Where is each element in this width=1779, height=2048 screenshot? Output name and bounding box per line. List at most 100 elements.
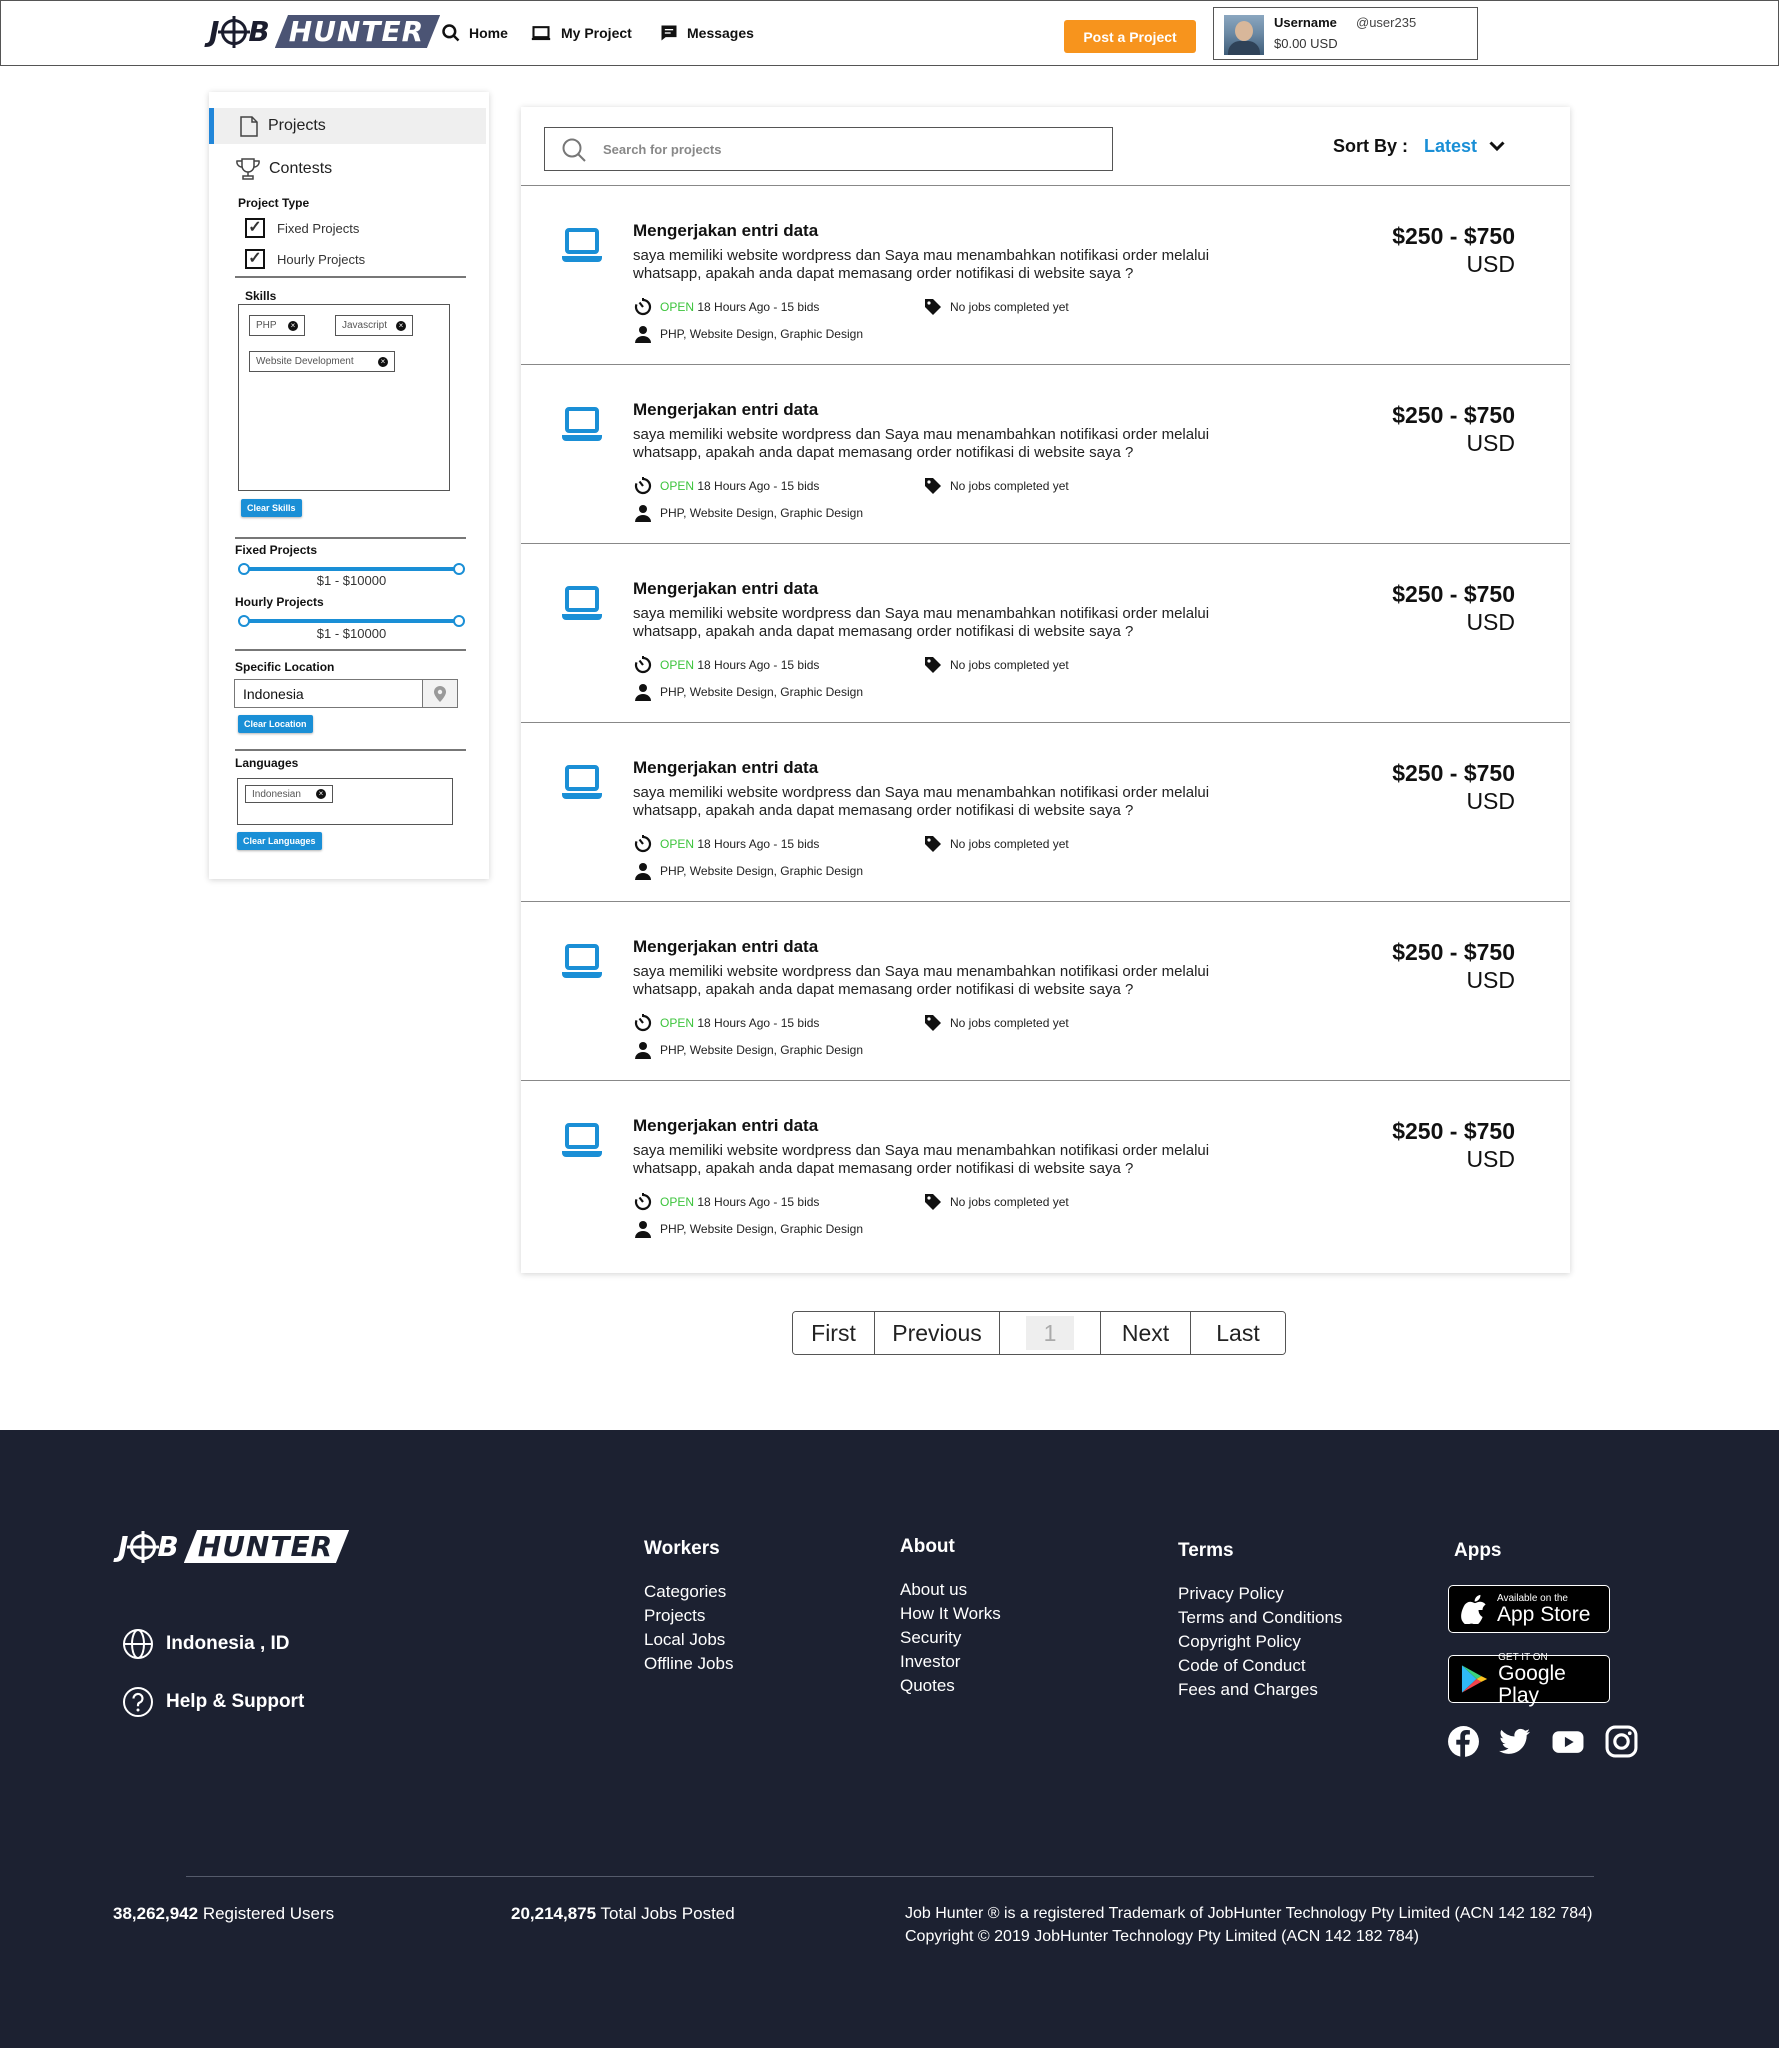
avatar: [1224, 15, 1264, 55]
user-balance: $0.00 USD: [1274, 36, 1338, 51]
footer-link[interactable]: Fees and Charges: [1178, 1678, 1342, 1702]
footer-link[interactable]: Code of Conduct: [1178, 1654, 1342, 1678]
skill-chip[interactable]: PHP ×: [249, 315, 305, 336]
languages-tag-box[interactable]: Indonesian ×: [237, 778, 453, 825]
project-card[interactable]: Mengerjakan entri data saya memiliki web…: [521, 544, 1570, 723]
fixed-projects-checkbox-row[interactable]: ✓ Fixed Projects: [245, 218, 359, 238]
job-hunter-logo[interactable]: JB HUNTER: [209, 15, 441, 48]
clear-languages-button[interactable]: Clear Languages: [237, 832, 322, 850]
logo-hunter: HUNTER: [183, 1530, 350, 1563]
fixed-projects-checkbox[interactable]: ✓: [245, 218, 265, 238]
language-chip[interactable]: Indonesian ×: [245, 785, 333, 803]
project-search-box[interactable]: [544, 127, 1113, 171]
price-range: $250 - $750: [1392, 402, 1515, 428]
clear-skills-button[interactable]: Clear Skills: [241, 499, 302, 517]
google-play-button[interactable]: GET IT ON Google Play: [1448, 1652, 1610, 1706]
instagram-icon[interactable]: [1605, 1725, 1638, 1758]
skill-chip[interactable]: Javascript ×: [335, 315, 413, 336]
sort-dropdown[interactable]: Latest: [1424, 136, 1505, 157]
laptop-icon: [562, 586, 602, 620]
stat-value: 20,214,875: [511, 1904, 597, 1923]
footer-location[interactable]: Indonesia , ID: [122, 1628, 290, 1660]
social-links: [1447, 1725, 1638, 1758]
page-last-button[interactable]: Last: [1191, 1312, 1285, 1354]
post-project-button[interactable]: Post a Project: [1064, 20, 1196, 53]
divider: [235, 276, 466, 278]
sort-by-label: Sort By :: [1333, 136, 1409, 156]
project-title[interactable]: Mengerjakan entri data: [633, 579, 818, 599]
page-first-button[interactable]: First: [793, 1312, 875, 1354]
footer-apps-title: Apps: [1454, 1540, 1502, 1561]
footer-link[interactable]: Copyright Policy: [1178, 1630, 1342, 1654]
page-current[interactable]: 1: [1000, 1312, 1101, 1354]
project-card[interactable]: Mengerjakan entri data saya memiliki web…: [521, 723, 1570, 902]
location-input[interactable]: [234, 679, 422, 708]
footer-link[interactable]: About us: [900, 1578, 1001, 1602]
project-card[interactable]: Mengerjakan entri data saya memiliki web…: [521, 902, 1570, 1081]
logo-letter: B: [157, 1530, 180, 1563]
footer-link[interactable]: Security: [900, 1626, 1001, 1650]
sort-selected-value: Latest: [1424, 136, 1478, 156]
posted-time: 18 Hours Ago - 15 bids: [697, 1195, 820, 1209]
remove-chip-icon[interactable]: ×: [378, 356, 388, 367]
remove-chip-icon[interactable]: ×: [288, 320, 298, 331]
filter-sidebar: Projects Contests Project Type ✓ Fixed P…: [209, 92, 489, 879]
page-next-button[interactable]: Next: [1101, 1312, 1191, 1354]
status-badge: OPEN: [660, 300, 695, 314]
remove-chip-icon[interactable]: ×: [396, 320, 406, 331]
app-store-button[interactable]: Available on the App Store: [1448, 1585, 1610, 1633]
registered-users-stat: 38,262,942 Registered Users: [113, 1904, 334, 1924]
twitter-icon[interactable]: [1498, 1725, 1531, 1758]
youtube-icon[interactable]: [1549, 1725, 1587, 1758]
project-price: $250 - $750 USD: [1392, 580, 1515, 636]
nav-home[interactable]: Home: [441, 23, 508, 43]
remove-chip-icon[interactable]: ×: [316, 789, 326, 799]
search-input[interactable]: [603, 136, 1083, 162]
footer-link[interactable]: Categories: [644, 1580, 733, 1604]
hourly-projects-checkbox-row[interactable]: ✓ Hourly Projects: [245, 249, 365, 269]
logo-hunter: HUNTER: [274, 15, 441, 48]
sidebar-item-contests[interactable]: Contests: [235, 158, 332, 180]
footer-link[interactable]: Local Jobs: [644, 1628, 733, 1652]
checkbox-label: Fixed Projects: [277, 220, 360, 236]
skill-chip[interactable]: Website Development ×: [249, 351, 395, 372]
project-title[interactable]: Mengerjakan entri data: [633, 937, 818, 957]
clear-location-button[interactable]: Clear Location: [238, 715, 313, 733]
facebook-icon[interactable]: [1447, 1725, 1480, 1758]
store-big-text: Google Play: [1498, 1661, 1566, 1707]
skills-tag-box[interactable]: PHP × Javascript × Website Development ×: [238, 304, 450, 491]
footer-link[interactable]: Offline Jobs: [644, 1652, 733, 1676]
footer-link[interactable]: Investor: [900, 1650, 1001, 1674]
project-completion: No jobs completed yet: [924, 298, 1069, 316]
project-title[interactable]: Mengerjakan entri data: [633, 400, 818, 420]
footer-logo[interactable]: JB HUNTER: [118, 1530, 350, 1563]
hourly-projects-checkbox[interactable]: ✓: [245, 249, 265, 269]
footer-link[interactable]: Projects: [644, 1604, 733, 1628]
project-description: saya memiliki website wordpress dan Saya…: [633, 247, 1210, 282]
project-card[interactable]: Mengerjakan entri data saya memiliki web…: [521, 186, 1570, 365]
project-title[interactable]: Mengerjakan entri data: [633, 221, 818, 241]
project-description: saya memiliki website wordpress dan Saya…: [633, 605, 1210, 640]
footer-link[interactable]: Terms and Conditions: [1178, 1606, 1342, 1630]
nav-messages[interactable]: Messages: [659, 23, 754, 43]
footer-link[interactable]: Privacy Policy: [1178, 1582, 1342, 1606]
footer-help[interactable]: Help & Support: [122, 1686, 304, 1718]
project-card[interactable]: Mengerjakan entri data saya memiliki web…: [521, 1081, 1570, 1260]
price-range: $250 - $750: [1392, 1118, 1515, 1144]
laptop-icon: [562, 944, 602, 978]
location-pin-button[interactable]: [422, 679, 458, 708]
posted-time: 18 Hours Ago - 15 bids: [697, 837, 820, 851]
project-card[interactable]: Mengerjakan entri data saya memiliki web…: [521, 365, 1570, 544]
project-title[interactable]: Mengerjakan entri data: [633, 758, 818, 778]
page-previous-button[interactable]: Previous: [875, 1312, 1000, 1354]
footer-link[interactable]: Quotes: [900, 1674, 1001, 1698]
status-badge: OPEN: [660, 1016, 695, 1030]
tag-icon: [925, 478, 941, 494]
project-title[interactable]: Mengerjakan entri data: [633, 1116, 818, 1136]
user-menu[interactable]: Username @user235 $0.00 USD: [1213, 7, 1478, 60]
footer-about-title: About: [900, 1536, 955, 1557]
project-completion: No jobs completed yet: [924, 656, 1069, 674]
nav-my-project[interactable]: My Project: [529, 23, 632, 43]
sidebar-item-projects[interactable]: Projects: [209, 108, 486, 144]
footer-link[interactable]: How It Works: [900, 1602, 1001, 1626]
